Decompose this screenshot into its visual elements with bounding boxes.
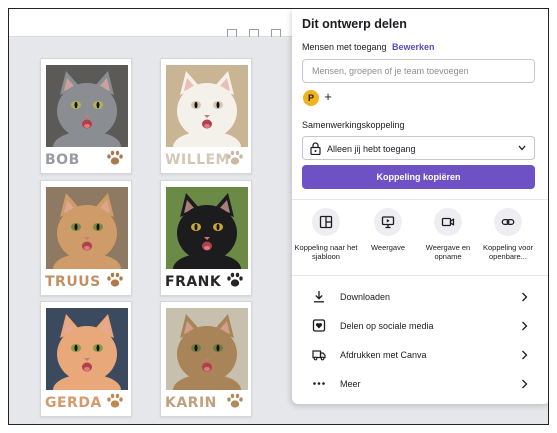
- cat-card-frank[interactable]: FRANK: [160, 180, 252, 296]
- access-label: Mensen met toegang: [302, 42, 387, 52]
- avatar[interactable]: P: [303, 90, 319, 106]
- add-person-button[interactable]: +: [320, 89, 336, 105]
- heart-icon: [312, 319, 326, 332]
- chevron-right-icon: [522, 379, 528, 389]
- row-label: Delen op sociale media: [340, 321, 434, 331]
- cat-card-karin[interactable]: KARIN: [160, 301, 252, 417]
- chevron-right-icon: [522, 292, 528, 302]
- canvas-duplicate-icon[interactable]: [249, 29, 259, 37]
- cat-photo-frank: [166, 187, 248, 269]
- print-row[interactable]: Afdrukken met Canva: [302, 342, 540, 368]
- paw-icon: [107, 272, 123, 287]
- people-search-field[interactable]: [302, 59, 535, 83]
- cat-photo-gerda: [46, 308, 128, 390]
- cat-name: FRANK: [165, 274, 222, 290]
- cat-card-bob[interactable]: BOB: [40, 58, 132, 174]
- option-present[interactable]: Weergave: [356, 208, 420, 252]
- people-search-input[interactable]: [303, 60, 534, 82]
- row-label: Downloaden: [340, 292, 391, 302]
- lock-icon: [310, 142, 321, 155]
- option-label: Koppeling naar het sjabloon: [294, 243, 358, 261]
- present-icon: [374, 208, 402, 236]
- row-label: Afdrukken met Canva: [340, 350, 427, 360]
- cat-photo-karin: [166, 308, 248, 390]
- option-public-link[interactable]: Koppeling voor openbare...: [476, 208, 540, 261]
- camera-icon: [434, 208, 462, 236]
- row-label: Meer: [340, 379, 361, 389]
- template-icon: [312, 208, 340, 236]
- chevron-down-icon: [518, 145, 526, 151]
- cat-name: WILLEM: [165, 152, 230, 168]
- cat-card-gerda[interactable]: GERDA: [40, 301, 132, 417]
- option-label: Weergave: [370, 243, 406, 252]
- paw-icon: [227, 150, 243, 165]
- edit-access-link[interactable]: Bewerken: [392, 42, 435, 52]
- option-label: Koppeling voor openbare...: [482, 243, 534, 261]
- cat-name: KARIN: [165, 395, 217, 411]
- cat-name: BOB: [45, 152, 80, 168]
- paw-icon: [107, 150, 123, 165]
- option-present-record[interactable]: Weergave en opname: [416, 208, 480, 261]
- cat-photo-truus: [46, 187, 128, 269]
- cat-name: TRUUS: [45, 274, 101, 290]
- truck-icon: [312, 350, 326, 361]
- cat-photo-willem: [166, 65, 248, 147]
- download-icon: [314, 291, 324, 303]
- cat-card-willem[interactable]: WILLEM: [160, 58, 252, 174]
- paw-icon: [227, 393, 243, 408]
- option-label: Weergave en opname: [425, 243, 471, 261]
- paw-icon: [107, 393, 123, 408]
- chevron-right-icon: [522, 321, 528, 331]
- download-row[interactable]: Downloaden: [302, 284, 540, 310]
- canvas-lock-icon[interactable]: [227, 29, 237, 37]
- copy-link-button[interactable]: Koppeling kopiëren: [302, 165, 535, 189]
- share-panel: Dit ontwerp delen Mensen met toegang Bew…: [292, 9, 548, 404]
- access-dropdown[interactable]: Alleen jij hebt toegang: [302, 136, 535, 160]
- more-icon: [313, 382, 325, 385]
- link-icon: [494, 208, 522, 236]
- cat-card-truus[interactable]: TRUUS: [40, 180, 132, 296]
- screenshot-frame: BOB WILLEM TRUUS FRANK GERDA KARIN Dit o…: [8, 8, 549, 425]
- paw-icon: [227, 272, 243, 287]
- access-value: Alleen jij hebt toegang: [327, 144, 416, 154]
- divider: [292, 275, 548, 276]
- chevron-right-icon: [522, 350, 528, 360]
- cat-photo-bob: [46, 65, 128, 147]
- panel-title: Dit ontwerp delen: [302, 17, 407, 31]
- divider: [292, 199, 548, 200]
- cat-name: GERDA: [45, 395, 102, 411]
- option-template-link[interactable]: Koppeling naar het sjabloon: [294, 208, 358, 261]
- social-share-row[interactable]: Delen op sociale media: [302, 313, 540, 339]
- more-row[interactable]: Meer: [302, 371, 540, 397]
- collab-link-label: Samenwerkingskoppeling: [302, 120, 405, 130]
- canvas-add-page-icon[interactable]: [271, 29, 281, 37]
